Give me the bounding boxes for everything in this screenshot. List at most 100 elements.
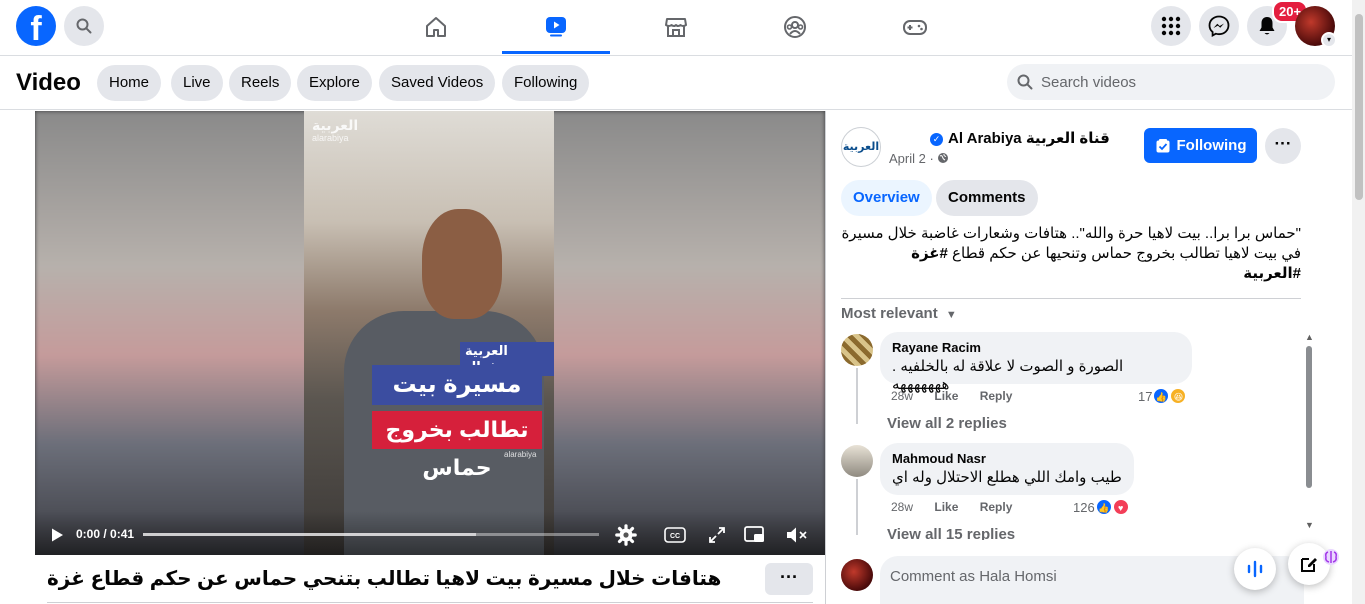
mute-button[interactable] [785, 523, 809, 547]
love-reaction-icon: ♥ [1112, 499, 1129, 515]
video-progress-bar[interactable] [143, 533, 599, 536]
post-date[interactable]: April 2 · [889, 151, 949, 166]
following-button[interactable]: Following [1144, 128, 1257, 163]
view-replies-link[interactable]: View all 15 replies [887, 526, 1015, 540]
comment-time[interactable]: 28w [891, 389, 913, 403]
view-replies-link[interactable]: View all 2 replies [887, 415, 1007, 432]
search-icon [1017, 74, 1033, 90]
gaming-icon [903, 20, 927, 35]
video-watermark: العربية [312, 117, 359, 133]
video-subheader: Video Home Live Reels Explore Saved Vide… [0, 56, 1352, 110]
play-icon [52, 528, 63, 542]
video-caption-foot: alarabiya [504, 450, 537, 459]
top-navigation: f 20+ ▾ [0, 0, 1352, 56]
description-line-2: في بيت لاهيا تطالب بخروج حماس وتنحيها عن… [841, 244, 1301, 264]
like-link[interactable]: Like [934, 389, 958, 403]
svg-text:CC: CC [670, 533, 680, 540]
home-icon [426, 17, 446, 37]
captions-button[interactable]: CC [663, 523, 687, 547]
sort-label: Most relevant [841, 305, 938, 322]
meta-ai-icon[interactable] [1322, 548, 1340, 566]
following-check-icon [1156, 138, 1169, 152]
audio-wave-icon [1247, 560, 1263, 578]
chip-explore[interactable]: Explore [297, 65, 372, 101]
fullscreen-button[interactable] [705, 523, 729, 547]
tab-overview[interactable]: Overview [841, 180, 932, 216]
chip-home[interactable]: Home [97, 65, 162, 101]
compose-icon [1301, 558, 1317, 572]
caret-down-icon: ▼ [945, 309, 957, 321]
scroll-down-icon[interactable]: ▼ [1305, 520, 1314, 530]
globe-icon [938, 153, 949, 163]
page-name-link[interactable]: ✓ Al Arabiya قناة العربية [930, 129, 1110, 147]
comment-avatar[interactable] [841, 334, 873, 366]
post-more-button[interactable]: ··· [1265, 128, 1301, 164]
comment-avatar[interactable] [841, 445, 873, 477]
nav-tab-gaming[interactable] [861, 0, 969, 54]
tab-comments[interactable]: Comments [936, 180, 1038, 216]
video-caption-line2: تطالب بخروج حماس [372, 411, 542, 480]
post-date-text: April 2 · [889, 151, 934, 166]
comment-bubble: Rayane Racim الصورة و الصوت لا علاقة له … [880, 332, 1192, 393]
comment-author[interactable]: Mahmoud Nasr [892, 451, 1122, 466]
pip-icon [744, 526, 764, 542]
play-button[interactable] [45, 523, 69, 547]
reaction-count: 126 [1073, 499, 1095, 515]
reply-link[interactable]: Reply [980, 389, 1013, 403]
description-text: في بيت لاهيا تطالب بخروج حماس وتنحيها عن… [952, 245, 1301, 262]
search-button[interactable] [64, 6, 104, 46]
gear-icon [615, 524, 637, 546]
comment-bubble: Mahmoud Nasr طيب وامك اللي هطلع الاحتلال… [880, 443, 1134, 495]
hashtag-alarabiya[interactable]: #العربية [1243, 265, 1301, 282]
messenger-button[interactable] [1199, 6, 1239, 46]
miniplayer-button[interactable] [743, 523, 767, 547]
page-scroll-thumb[interactable] [1355, 14, 1363, 200]
search-videos [1007, 64, 1335, 100]
video-player[interactable]: العربية alarabiya العربية سوشيال مسيرة ب… [35, 111, 825, 555]
search-input[interactable] [1041, 73, 1311, 91]
post-description: "حماس برا برا.. بيت لاهيا حرة والله".. ه… [841, 224, 1301, 288]
reply-link[interactable]: Reply [980, 500, 1013, 514]
comment-reactions[interactable]: 126 👍 ♥ [1073, 499, 1129, 515]
chip-following[interactable]: Following [502, 65, 590, 101]
scroll-up-icon[interactable]: ▲ [1305, 332, 1314, 342]
chip-saved-videos[interactable]: Saved Videos [379, 65, 496, 101]
verified-badge-icon: ✓ [930, 133, 943, 146]
nav-tab-video[interactable] [502, 0, 610, 54]
voice-button[interactable] [1234, 548, 1276, 590]
menu-button[interactable] [1151, 6, 1191, 46]
comment-time[interactable]: 28w [891, 500, 913, 514]
comment-meta: 28w Like Reply [891, 500, 1012, 514]
divider [841, 298, 1301, 299]
like-reaction-icon: 👍 [1095, 499, 1112, 515]
chip-reels[interactable]: Reels [229, 65, 292, 101]
page-name-text: Al Arabiya قناة العربية [948, 130, 1110, 147]
nav-tab-marketplace[interactable] [622, 0, 730, 54]
video-progress-fill [143, 533, 476, 536]
video-time: 0:00 / 0:41 [76, 527, 135, 541]
reaction-count: 17 [1138, 388, 1153, 404]
comment-author[interactable]: Rayane Racim [892, 340, 1180, 355]
settings-button[interactable] [614, 523, 638, 547]
following-label: Following [1176, 137, 1247, 154]
search-icon [76, 18, 92, 34]
comment-sort-dropdown[interactable]: Most relevant ▼ [841, 305, 957, 322]
chip-live[interactable]: Live [171, 65, 223, 101]
video-title: هتافات خلال مسيرة بيت لاهيا تطالب بتنحي … [47, 568, 722, 590]
nav-tab-home[interactable] [382, 0, 490, 54]
comment-reactions[interactable]: 17 👍 😆 [1138, 388, 1187, 404]
volume-muted-icon [787, 527, 807, 543]
chevron-down-icon[interactable]: ▾ [1321, 32, 1337, 48]
page-avatar[interactable]: العربية [841, 127, 881, 167]
video-more-button[interactable]: ··· [765, 563, 813, 595]
description-line-1: "حماس برا برا.. بيت لاهيا حرة والله".. ه… [841, 225, 1301, 242]
comment-text: الصورة و الصوت لا علاقة له بالخلفيه . هه… [892, 358, 1124, 393]
divider [47, 602, 813, 603]
like-link[interactable]: Like [934, 500, 958, 514]
comments-scroll-thumb[interactable] [1306, 346, 1312, 488]
grid-menu-icon [1161, 16, 1181, 36]
nav-tab-groups[interactable] [741, 0, 849, 54]
hashtag-gaza[interactable]: #غزة [911, 245, 948, 262]
thread-line [856, 368, 858, 424]
facebook-logo[interactable]: f [16, 6, 56, 46]
